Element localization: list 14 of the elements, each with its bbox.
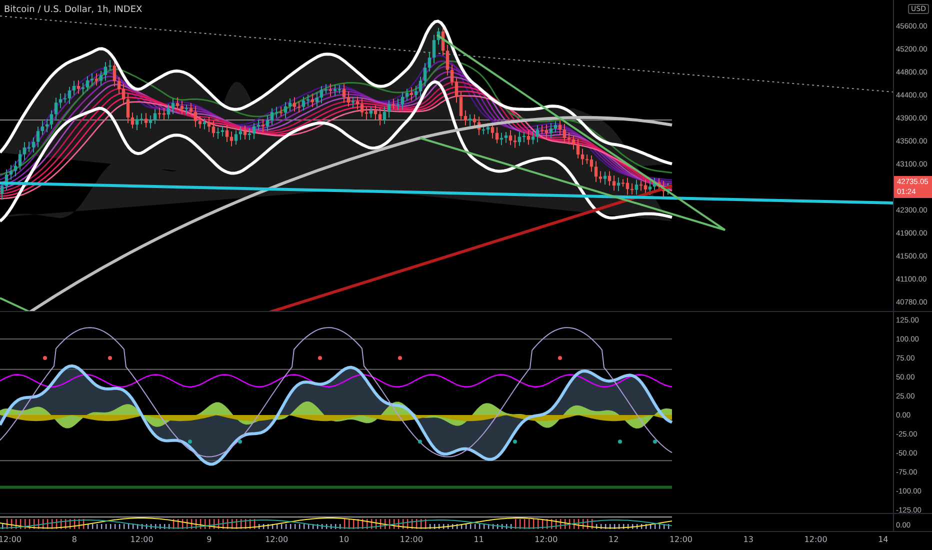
time-axis-label: 12:00: [400, 535, 423, 544]
time-axis-label: 10: [338, 535, 350, 544]
time-axis-label: 12:00: [130, 535, 154, 544]
time-axis-label: 8: [72, 535, 77, 544]
time-axis-label: 11: [474, 535, 484, 544]
time-axis-label: 12: [608, 535, 619, 544]
time-axis-label: 13: [743, 535, 754, 544]
time-axis-label: 12:00: [265, 535, 288, 544]
time-axis-label: 12:00: [534, 535, 558, 544]
time-axis-label: 12:00: [804, 535, 828, 544]
chart-title: Bitcoin / U.S. Dollar, 1h, INDEX: [4, 5, 142, 15]
time-axis-label: 14: [878, 535, 888, 544]
time-axis-label: 12:00: [669, 535, 693, 544]
time-axis-label: 9: [206, 535, 212, 544]
